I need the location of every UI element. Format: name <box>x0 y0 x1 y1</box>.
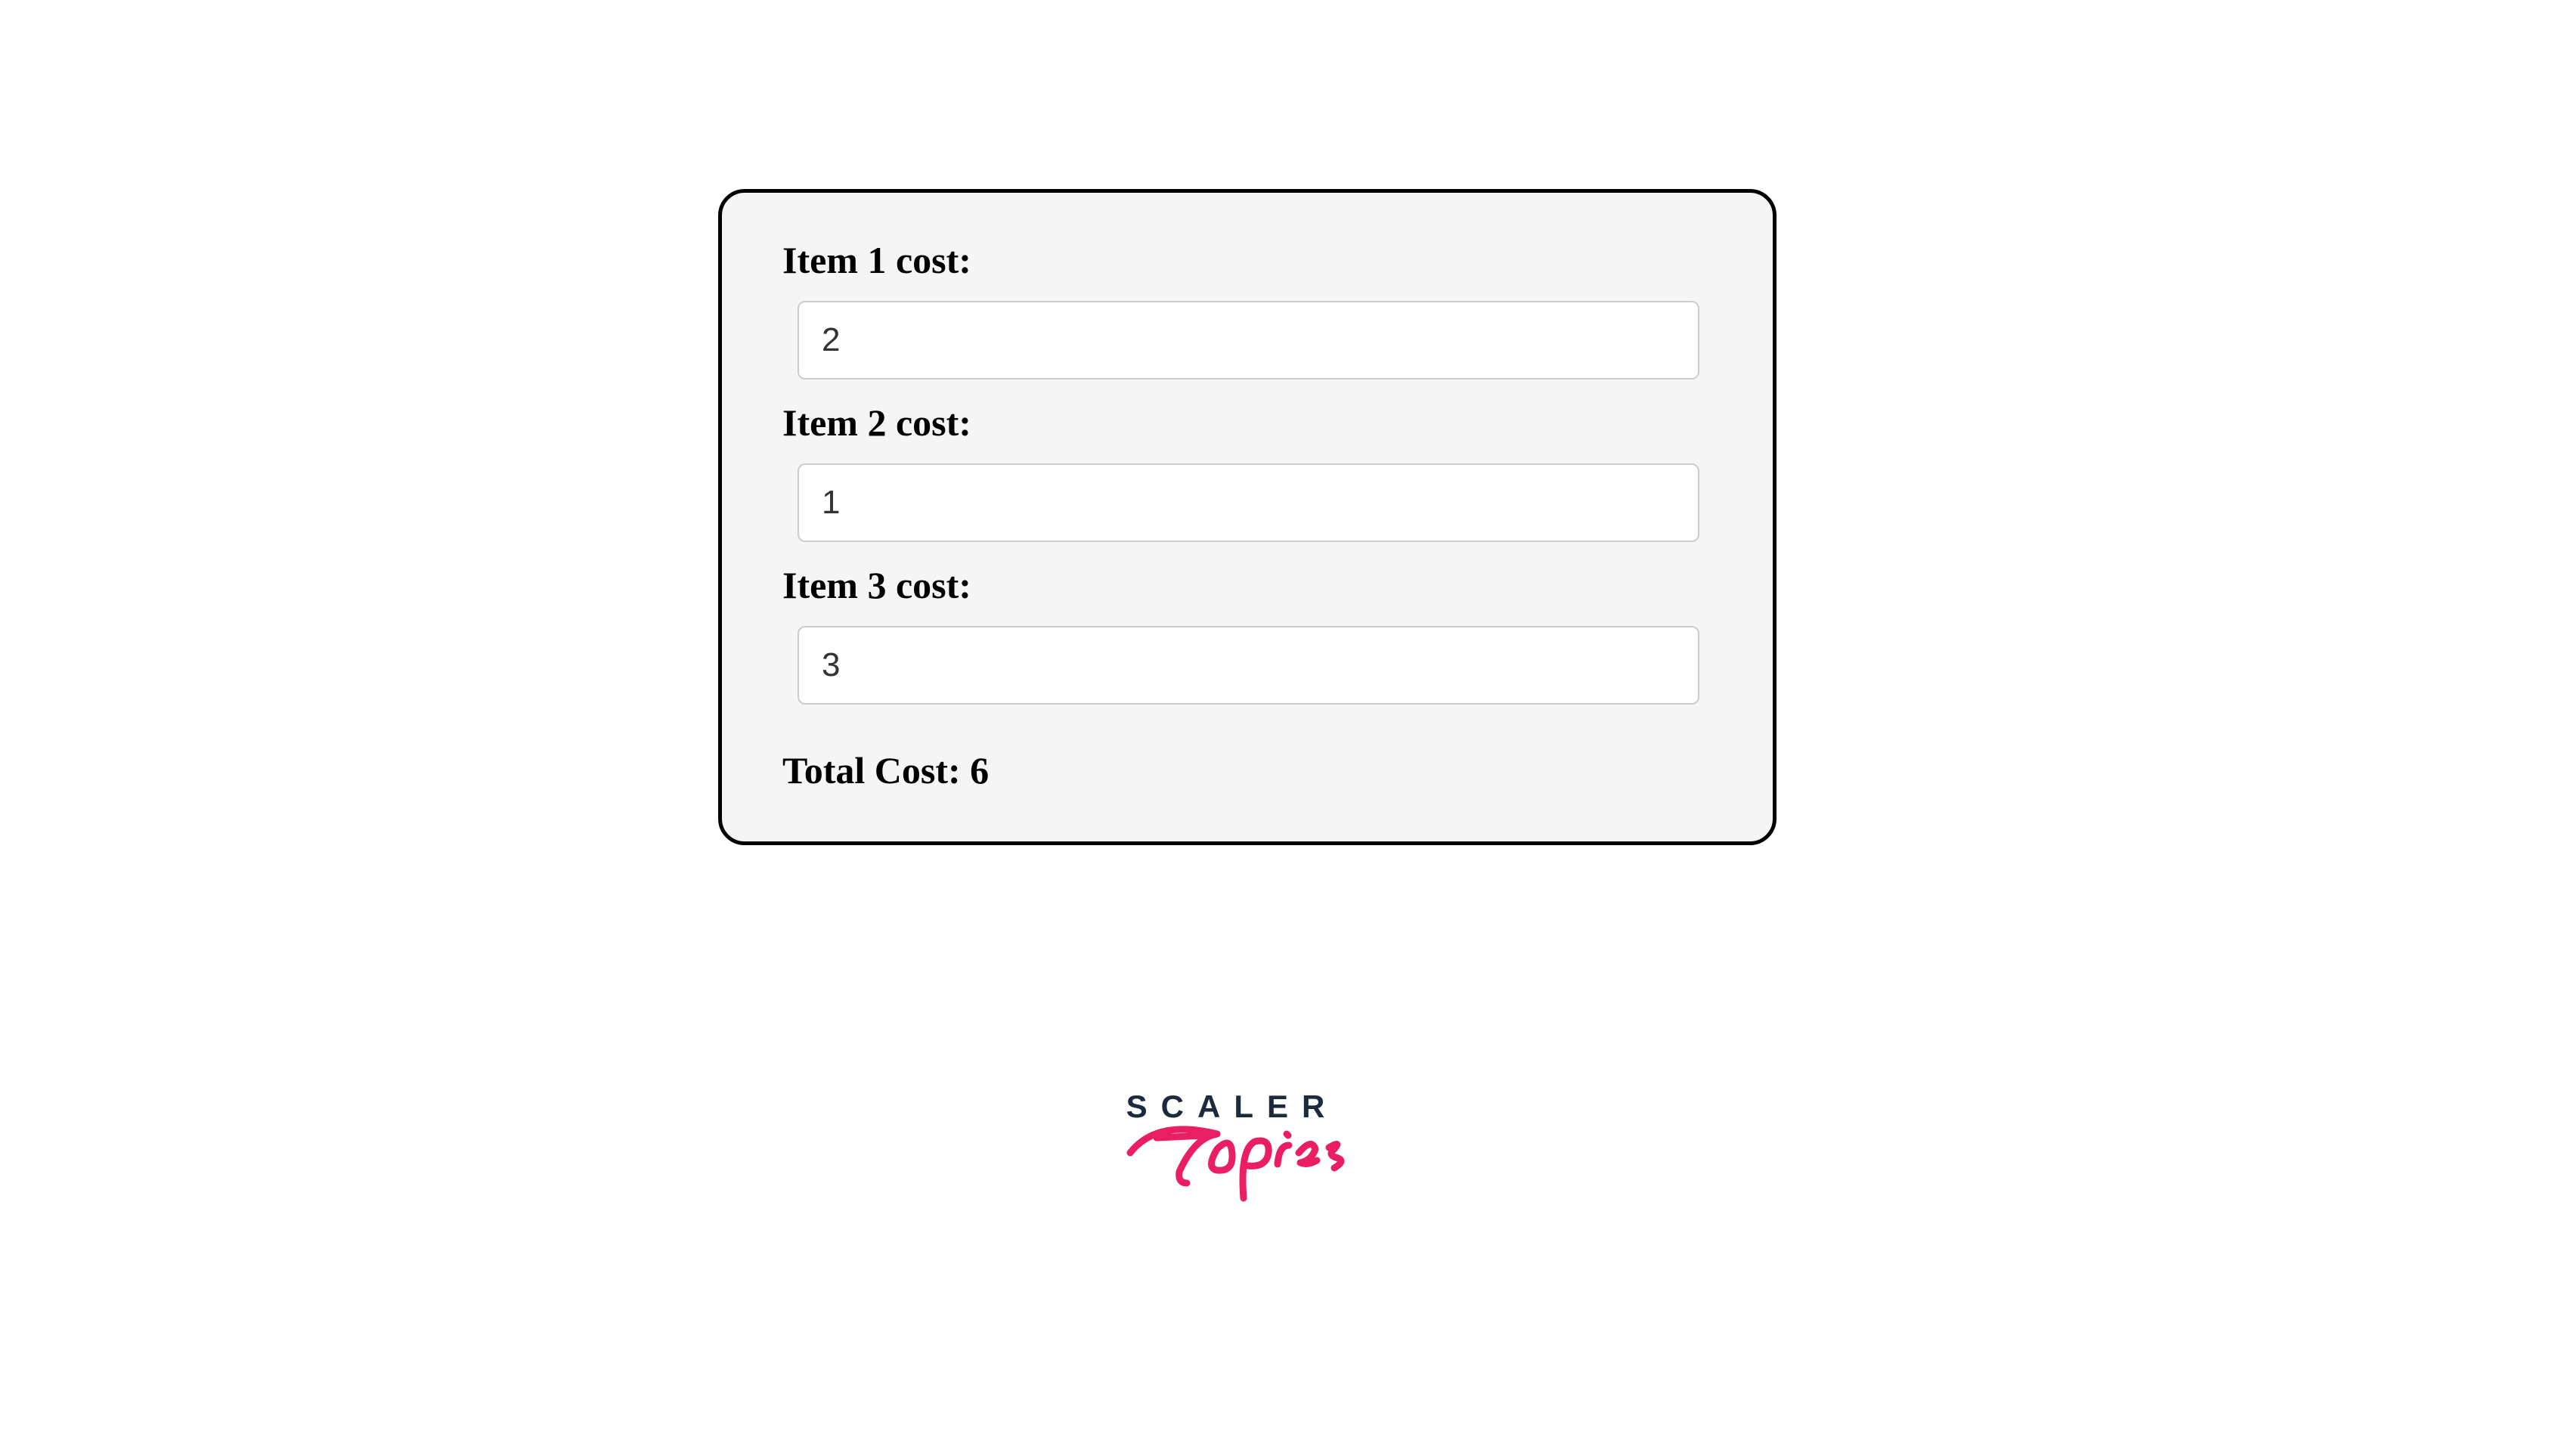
item-3-label: Item 3 cost: <box>782 563 1712 607</box>
item-2-input[interactable] <box>798 463 1699 542</box>
item-2-label: Item 2 cost: <box>782 401 1712 445</box>
brand-logo-topics <box>1119 1111 1346 1210</box>
item-3-input[interactable] <box>798 626 1699 705</box>
item-1-label: Item 1 cost: <box>782 238 1712 282</box>
total-cost-row: Total Cost: 6 <box>782 748 1712 792</box>
brand-logo: SCALER <box>1119 1089 1346 1210</box>
total-cost-value: 6 <box>970 749 989 792</box>
item-1-input[interactable] <box>798 301 1699 379</box>
brand-logo-scaler: SCALER <box>1119 1089 1346 1125</box>
total-cost-label: Total Cost: <box>782 749 970 792</box>
cost-form-card: Item 1 cost: Item 2 cost: Item 3 cost: T… <box>718 189 1776 845</box>
